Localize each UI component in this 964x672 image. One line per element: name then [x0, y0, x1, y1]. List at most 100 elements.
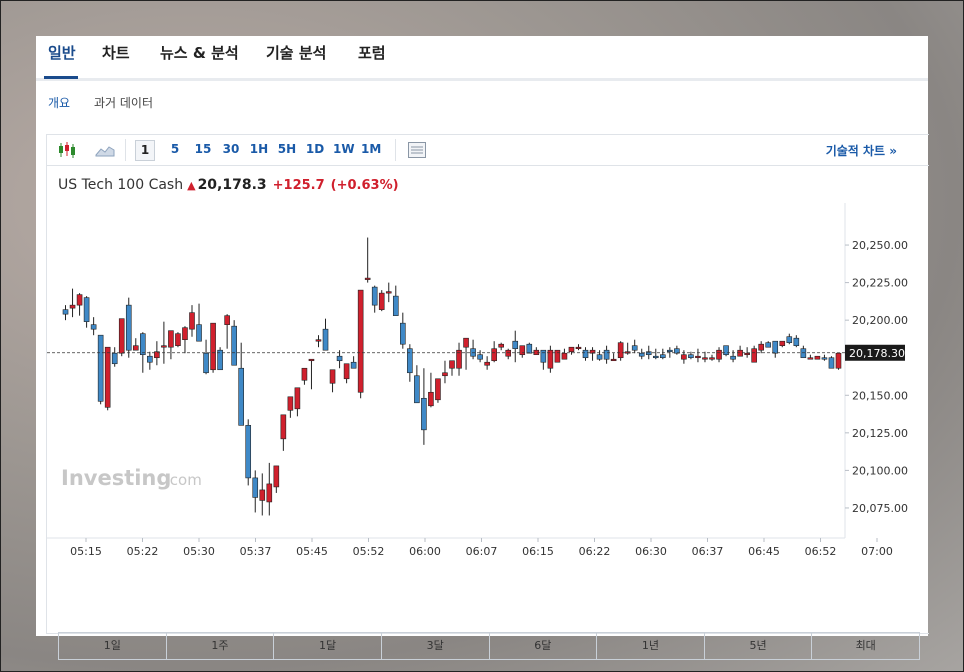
interval-15min-button[interactable]: 15 — [193, 142, 213, 156]
candle-body — [779, 340, 786, 347]
candle-body — [273, 465, 280, 488]
range-5y[interactable]: 5년 — [705, 633, 813, 659]
candle-body — [62, 309, 69, 315]
interval-1m-button[interactable]: 1M — [361, 142, 381, 156]
candle-body — [765, 342, 772, 348]
candle-body — [210, 322, 216, 371]
candle-body — [421, 397, 427, 431]
candle-body — [315, 339, 322, 342]
candle-body — [582, 349, 589, 359]
candle-body — [793, 337, 800, 347]
candle-body — [111, 352, 118, 365]
area-chart-icon[interactable] — [95, 141, 115, 159]
range-1w[interactable]: 1주 — [167, 633, 275, 659]
candle-body — [428, 391, 434, 407]
candle-body — [540, 349, 547, 363]
candle-body — [477, 354, 483, 360]
candle-body — [343, 363, 350, 380]
y-tick-label: 20,075.00 — [852, 502, 908, 515]
candle-body — [828, 357, 835, 369]
x-tick-label: 05:45 — [296, 545, 328, 558]
candle-body — [400, 322, 406, 345]
candle-body — [90, 324, 97, 330]
advanced-chart-link[interactable]: 기술적 차트 » — [826, 142, 897, 159]
indicator-panel-icon[interactable] — [407, 141, 427, 159]
candle-body — [385, 291, 392, 294]
candle-body — [83, 297, 90, 322]
candle-body — [168, 330, 174, 348]
interval-1h-button[interactable]: 1H — [249, 142, 269, 156]
candlestick-chart[interactable]: 20,250.00 20,225.00 20,200.00 20,150.00 20,1… — [47, 203, 919, 643]
instrument-panel: 일반 차트 뉴스 & 분석 기술 분석 포럼 개요 과거 데이터 1 5 15 … — [36, 36, 929, 660]
candle-body — [287, 396, 294, 411]
x-tick-label: 05:15 — [70, 545, 102, 558]
x-tick-label: 06:30 — [635, 545, 667, 558]
candle-body — [231, 325, 237, 366]
candle-body — [505, 349, 512, 357]
candle-body — [681, 354, 687, 360]
candle-body — [336, 355, 343, 362]
candle-body — [575, 346, 582, 350]
candle-body — [301, 367, 308, 381]
interval-5min-button[interactable]: 5 — [165, 142, 185, 156]
interval-5h-button[interactable]: 5H — [277, 142, 297, 156]
candle-body — [638, 352, 645, 357]
range-1y[interactable]: 1년 — [597, 633, 705, 659]
range-1d[interactable]: 1일 — [59, 633, 167, 659]
price-change-percent: (+0.63%) — [330, 178, 399, 193]
candle-body — [814, 355, 821, 360]
candle-body — [238, 367, 244, 426]
candle-body — [266, 483, 273, 503]
x-tick-label: 06:45 — [748, 545, 780, 558]
candle-body — [702, 357, 708, 360]
candle-body — [652, 355, 659, 359]
interval-30min-button[interactable]: 30 — [221, 142, 241, 156]
y-tick-label: 20,250.00 — [852, 239, 908, 252]
y-tick-label: 20,100.00 — [852, 464, 908, 477]
candle-body — [161, 345, 167, 348]
candle-body — [526, 343, 533, 354]
interval-1w-button[interactable]: 1W — [333, 142, 355, 156]
interval-1d-button[interactable]: 1D — [305, 142, 325, 156]
main-tabs: 일반 차트 뉴스 & 분석 기술 분석 포럼 — [36, 36, 928, 81]
tab-chart[interactable]: 차트 — [102, 42, 130, 63]
range-3m[interactable]: 3달 — [382, 633, 490, 659]
candle-body — [821, 357, 828, 360]
candle-body — [76, 294, 83, 306]
y-tick-label: 20,200.00 — [852, 314, 908, 327]
x-tick-label: 07:00 — [861, 545, 893, 558]
candle-body — [182, 327, 188, 340]
candle-body — [786, 336, 793, 343]
subnav-overview[interactable]: 개요 — [48, 94, 70, 111]
x-tick-label: 05:22 — [127, 545, 159, 558]
candlestick-icon[interactable] — [57, 141, 77, 159]
candle-body — [723, 345, 729, 356]
range-1m[interactable]: 1달 — [274, 633, 382, 659]
interval-1min-button[interactable]: 1 — [135, 140, 155, 161]
candle-body — [392, 295, 399, 316]
candle-body — [245, 425, 252, 479]
subnav-historical-data[interactable]: 과거 데이터 — [94, 94, 153, 111]
tab-general[interactable]: 일반 — [48, 42, 76, 63]
range-6m[interactable]: 6달 — [490, 633, 598, 659]
candle-body — [610, 358, 617, 362]
range-max[interactable]: 최대 — [812, 633, 919, 659]
candle-body — [280, 414, 287, 440]
candle-body — [751, 348, 757, 363]
candle-body — [688, 354, 694, 359]
candle-body — [364, 277, 371, 280]
candle-body — [617, 342, 624, 359]
candle-body — [147, 355, 153, 363]
x-tick-label: 05:52 — [353, 545, 385, 558]
candle-body — [104, 346, 111, 408]
tab-technical-analysis[interactable]: 기술 분석 — [266, 42, 326, 63]
tab-forum[interactable]: 포럼 — [358, 42, 386, 63]
x-tick-label: 06:15 — [522, 545, 554, 558]
candle-body — [660, 354, 666, 359]
tab-news-analysis[interactable]: 뉴스 & 분석 — [160, 42, 239, 63]
x-tick-label: 05:30 — [183, 545, 215, 558]
candle-body — [709, 357, 715, 360]
candle-body — [322, 328, 329, 351]
candle-body — [631, 345, 638, 351]
candle-body — [224, 315, 230, 325]
